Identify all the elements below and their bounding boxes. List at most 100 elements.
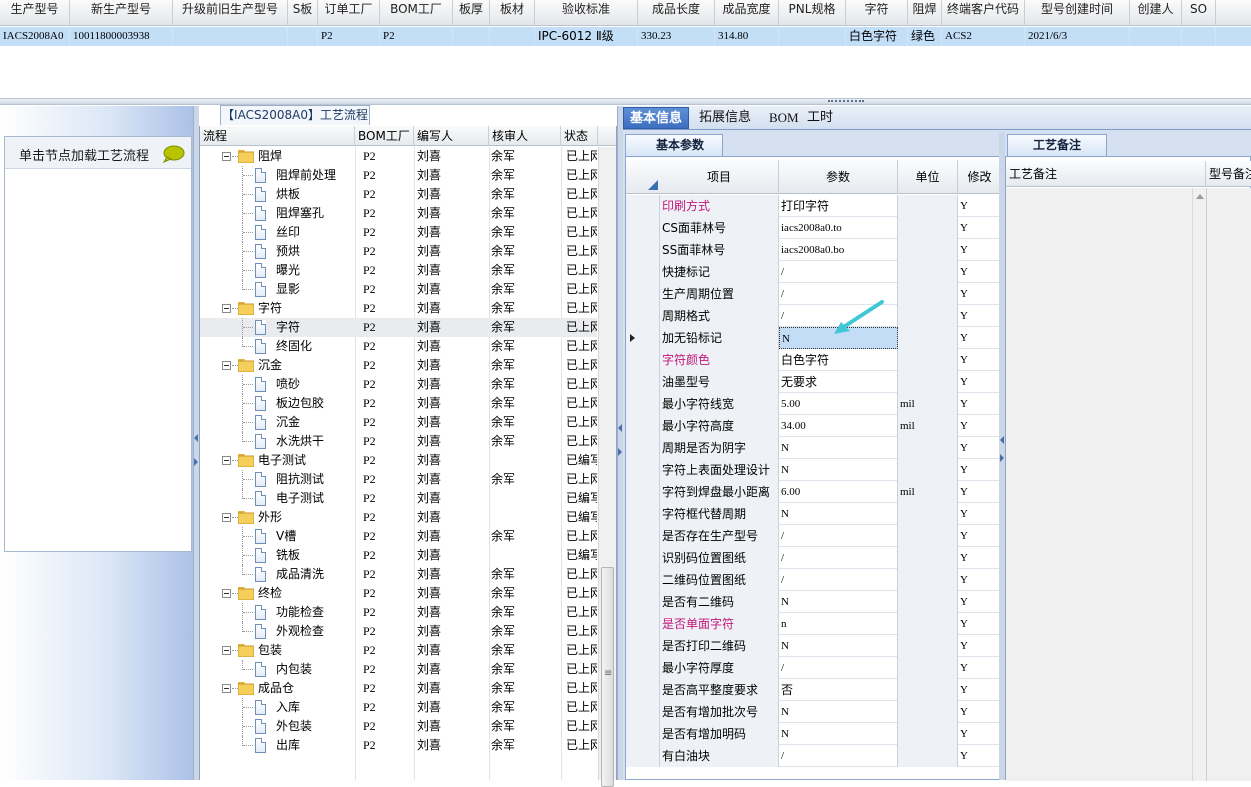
tree-step-row[interactable]: 阻焊塞孔 P2 刘喜 余军 已上网 <box>200 204 597 223</box>
model-cell-13[interactable]: 绿色 <box>908 27 942 46</box>
collapse-node-icon[interactable] <box>222 646 231 655</box>
param-row[interactable]: 字符到焊盘最小距离 6.00 mil Y <box>626 481 1002 503</box>
param-row[interactable]: 字符框代替周期 N Y <box>626 503 1002 525</box>
tree-step-row[interactable]: 功能检查 P2 刘喜 余军 已上网 <box>200 603 597 622</box>
tree-node-label[interactable]: 板边包胶 <box>276 394 324 413</box>
splitter-grip-icon[interactable] <box>828 100 864 103</box>
param-row[interactable]: CS面菲林号 iacs2008a0.to Y <box>626 217 1002 239</box>
param-value-input[interactable]: iacs2008a0.to <box>779 217 898 239</box>
tree-node-label[interactable]: 外包装 <box>276 717 312 736</box>
notes-col-process[interactable]: 工艺备注 <box>1006 161 1206 187</box>
tree-node-label[interactable]: 功能检查 <box>276 603 324 622</box>
collapse-node-icon[interactable] <box>222 456 231 465</box>
model-cell-10[interactable]: 314.80 <box>715 27 779 46</box>
param-value-input[interactable]: 打印字符 <box>779 195 898 217</box>
param-row[interactable]: 是否打印二维码 N Y <box>626 635 1002 657</box>
param-value-input[interactable]: 34.00 <box>779 415 898 437</box>
tree-step-row[interactable]: 电子测试 P2 刘喜 已编写 <box>200 489 597 508</box>
model-cell-4[interactable]: P2 <box>318 27 380 46</box>
tree-step-row[interactable]: 铣板 P2 刘喜 已编写 <box>200 546 597 565</box>
param-value-input[interactable]: 5.00 <box>779 393 898 415</box>
tree-step-row[interactable]: 阻抗测试 P2 刘喜 余军 已上网 <box>200 470 597 489</box>
tree-step-row[interactable]: 入库 P2 刘喜 余军 已上网 <box>200 698 597 717</box>
col-header-2[interactable]: 升级前旧生产型号 <box>173 0 288 26</box>
param-row[interactable]: 二维码位置图纸 / Y <box>626 569 1002 591</box>
model-cell-9[interactable]: 330.23 <box>638 27 715 46</box>
tree-node-label[interactable]: V槽 <box>276 527 296 546</box>
param-row[interactable]: 是否高平整度要求否 Y <box>626 679 1002 701</box>
tree-group-row[interactable]: 成品仓 P2 刘喜 余军 已上网 <box>200 679 597 698</box>
model-cell-15[interactable]: 2021/6/3 <box>1025 27 1130 46</box>
collapse-left-icon[interactable] <box>618 424 622 432</box>
col-header-3[interactable]: S板 <box>288 0 318 26</box>
tree-step-row[interactable]: 内包装 P2 刘喜 余军 已上网 <box>200 660 597 679</box>
tree-step-row[interactable]: 喷砂 P2 刘喜 余军 已上网 <box>200 375 597 394</box>
model-cell-14[interactable]: ACS2 <box>942 27 1025 46</box>
param-value-input[interactable]: / <box>779 657 898 679</box>
param-row[interactable]: SS面菲林号 iacs2008a0.bo Y <box>626 239 1002 261</box>
model-cell-7[interactable] <box>490 27 535 46</box>
tree-node-label[interactable]: 阻焊塞孔 <box>276 204 324 223</box>
param-row[interactable]: 最小字符厚度 / Y <box>626 657 1002 679</box>
param-value-input[interactable]: n <box>779 613 898 635</box>
tree-node-label[interactable]: 显影 <box>276 280 300 299</box>
param-value-input[interactable]: / <box>779 261 898 283</box>
col-header-5[interactable]: BOM工厂 <box>380 0 453 26</box>
param-value-input[interactable]: 白色字符 <box>779 349 898 371</box>
param-row[interactable]: 是否有二维码 N Y <box>626 591 1002 613</box>
tree-col-4[interactable]: 状态 <box>561 126 598 146</box>
tree-col-2[interactable]: 编写人 <box>414 126 489 146</box>
tab-extended-info[interactable]: 拓展信息 <box>693 107 757 129</box>
col-header-13[interactable]: 阻焊 <box>908 0 942 26</box>
model-notes-textarea[interactable] <box>1206 188 1251 781</box>
param-row[interactable]: 最小字符线宽 5.00 mil Y <box>626 393 1002 415</box>
process-tree-scrollbar[interactable] <box>598 147 616 787</box>
col-header-1[interactable]: 新生产型号 <box>70 0 173 26</box>
tree-node-label[interactable]: 喷砂 <box>276 375 300 394</box>
tree-node-label[interactable]: 烘板 <box>276 185 300 204</box>
tree-node-label[interactable]: 阻抗测试 <box>276 470 324 489</box>
col-header-8[interactable]: 验收标准 <box>535 0 638 26</box>
tree-node-label[interactable]: 阻焊前处理 <box>276 166 336 185</box>
tree-node-label[interactable]: 丝印 <box>276 223 300 242</box>
model-cell-1[interactable]: 10011800003938 <box>70 27 173 46</box>
tree-node-label[interactable]: 字符 <box>276 318 300 337</box>
collapse-left-icon[interactable] <box>194 434 198 442</box>
param-row[interactable]: 有白油块 / Y <box>626 745 1002 767</box>
tree-step-row[interactable]: V槽 P2 刘喜 余军 已上网 <box>200 527 597 546</box>
tree-step-row[interactable]: 水洗烘干 P2 刘喜 余军 已上网 <box>200 432 597 451</box>
tree-step-row[interactable]: 沉金 P2 刘喜 余军 已上网 <box>200 413 597 432</box>
tree-col-3[interactable]: 核审人 <box>489 126 561 146</box>
notes-scrollbar[interactable] <box>1192 188 1206 781</box>
params-col-0[interactable]: 项目 <box>660 160 779 194</box>
param-value-input[interactable]: N <box>779 459 898 481</box>
tree-group-row[interactable]: 阻焊 P2 刘喜 余军 已上网 <box>200 147 597 166</box>
model-grid-row-selected[interactable]: IACS2008A0 10011800003938 P2 P2 IPC-6012 Ⅱ级 3… <box>0 27 1251 46</box>
col-header-6[interactable]: 板厚 <box>453 0 490 26</box>
param-row[interactable]: 周期格式 / Y <box>626 305 1002 327</box>
scrollbar-thumb[interactable] <box>601 567 614 787</box>
param-row[interactable]: 油墨型号 无要求 Y <box>626 371 1002 393</box>
model-cell-8[interactable]: IPC-6012 Ⅱ级 <box>535 27 638 46</box>
tree-node-label[interactable]: 内包装 <box>276 660 312 679</box>
tree-step-row[interactable]: 终固化 P2 刘喜 余军 已上网 <box>200 337 597 356</box>
collapse-node-icon[interactable] <box>222 361 231 370</box>
tree-group-row[interactable]: 外形 P2 刘喜 已编写 <box>200 508 597 527</box>
tree-node-label[interactable]: 电子测试 <box>276 489 324 508</box>
tree-node-label[interactable]: 水洗烘干 <box>276 432 324 451</box>
tree-col-0[interactable]: 流程 <box>200 126 355 146</box>
tree-step-row[interactable]: 烘板 P2 刘喜 余军 已上网 <box>200 185 597 204</box>
tree-step-row[interactable]: 成品清洗 P2 刘喜 余军 已上网 <box>200 565 597 584</box>
tree-node-label[interactable]: 预烘 <box>276 242 300 261</box>
tab-process-notes[interactable]: 工艺备注 <box>1007 134 1107 156</box>
scroll-up-icon[interactable] <box>1196 194 1204 199</box>
param-value-input[interactable]: 6.00 <box>779 481 898 503</box>
col-header-16[interactable]: 创建人 <box>1130 0 1182 26</box>
tree-group-row[interactable]: 字符 P2 刘喜 余军 已上网 <box>200 299 597 318</box>
tree-node-label[interactable]: 外形 <box>258 508 282 527</box>
param-row[interactable]: 最小字符高度 34.00 mil Y <box>626 415 1002 437</box>
expand-right-icon[interactable] <box>1000 454 1004 462</box>
tree-node-label[interactable]: 入库 <box>276 698 300 717</box>
tree-group-row[interactable]: 包装 P2 刘喜 余军 已上网 <box>200 641 597 660</box>
model-cell-16[interactable] <box>1130 27 1182 46</box>
